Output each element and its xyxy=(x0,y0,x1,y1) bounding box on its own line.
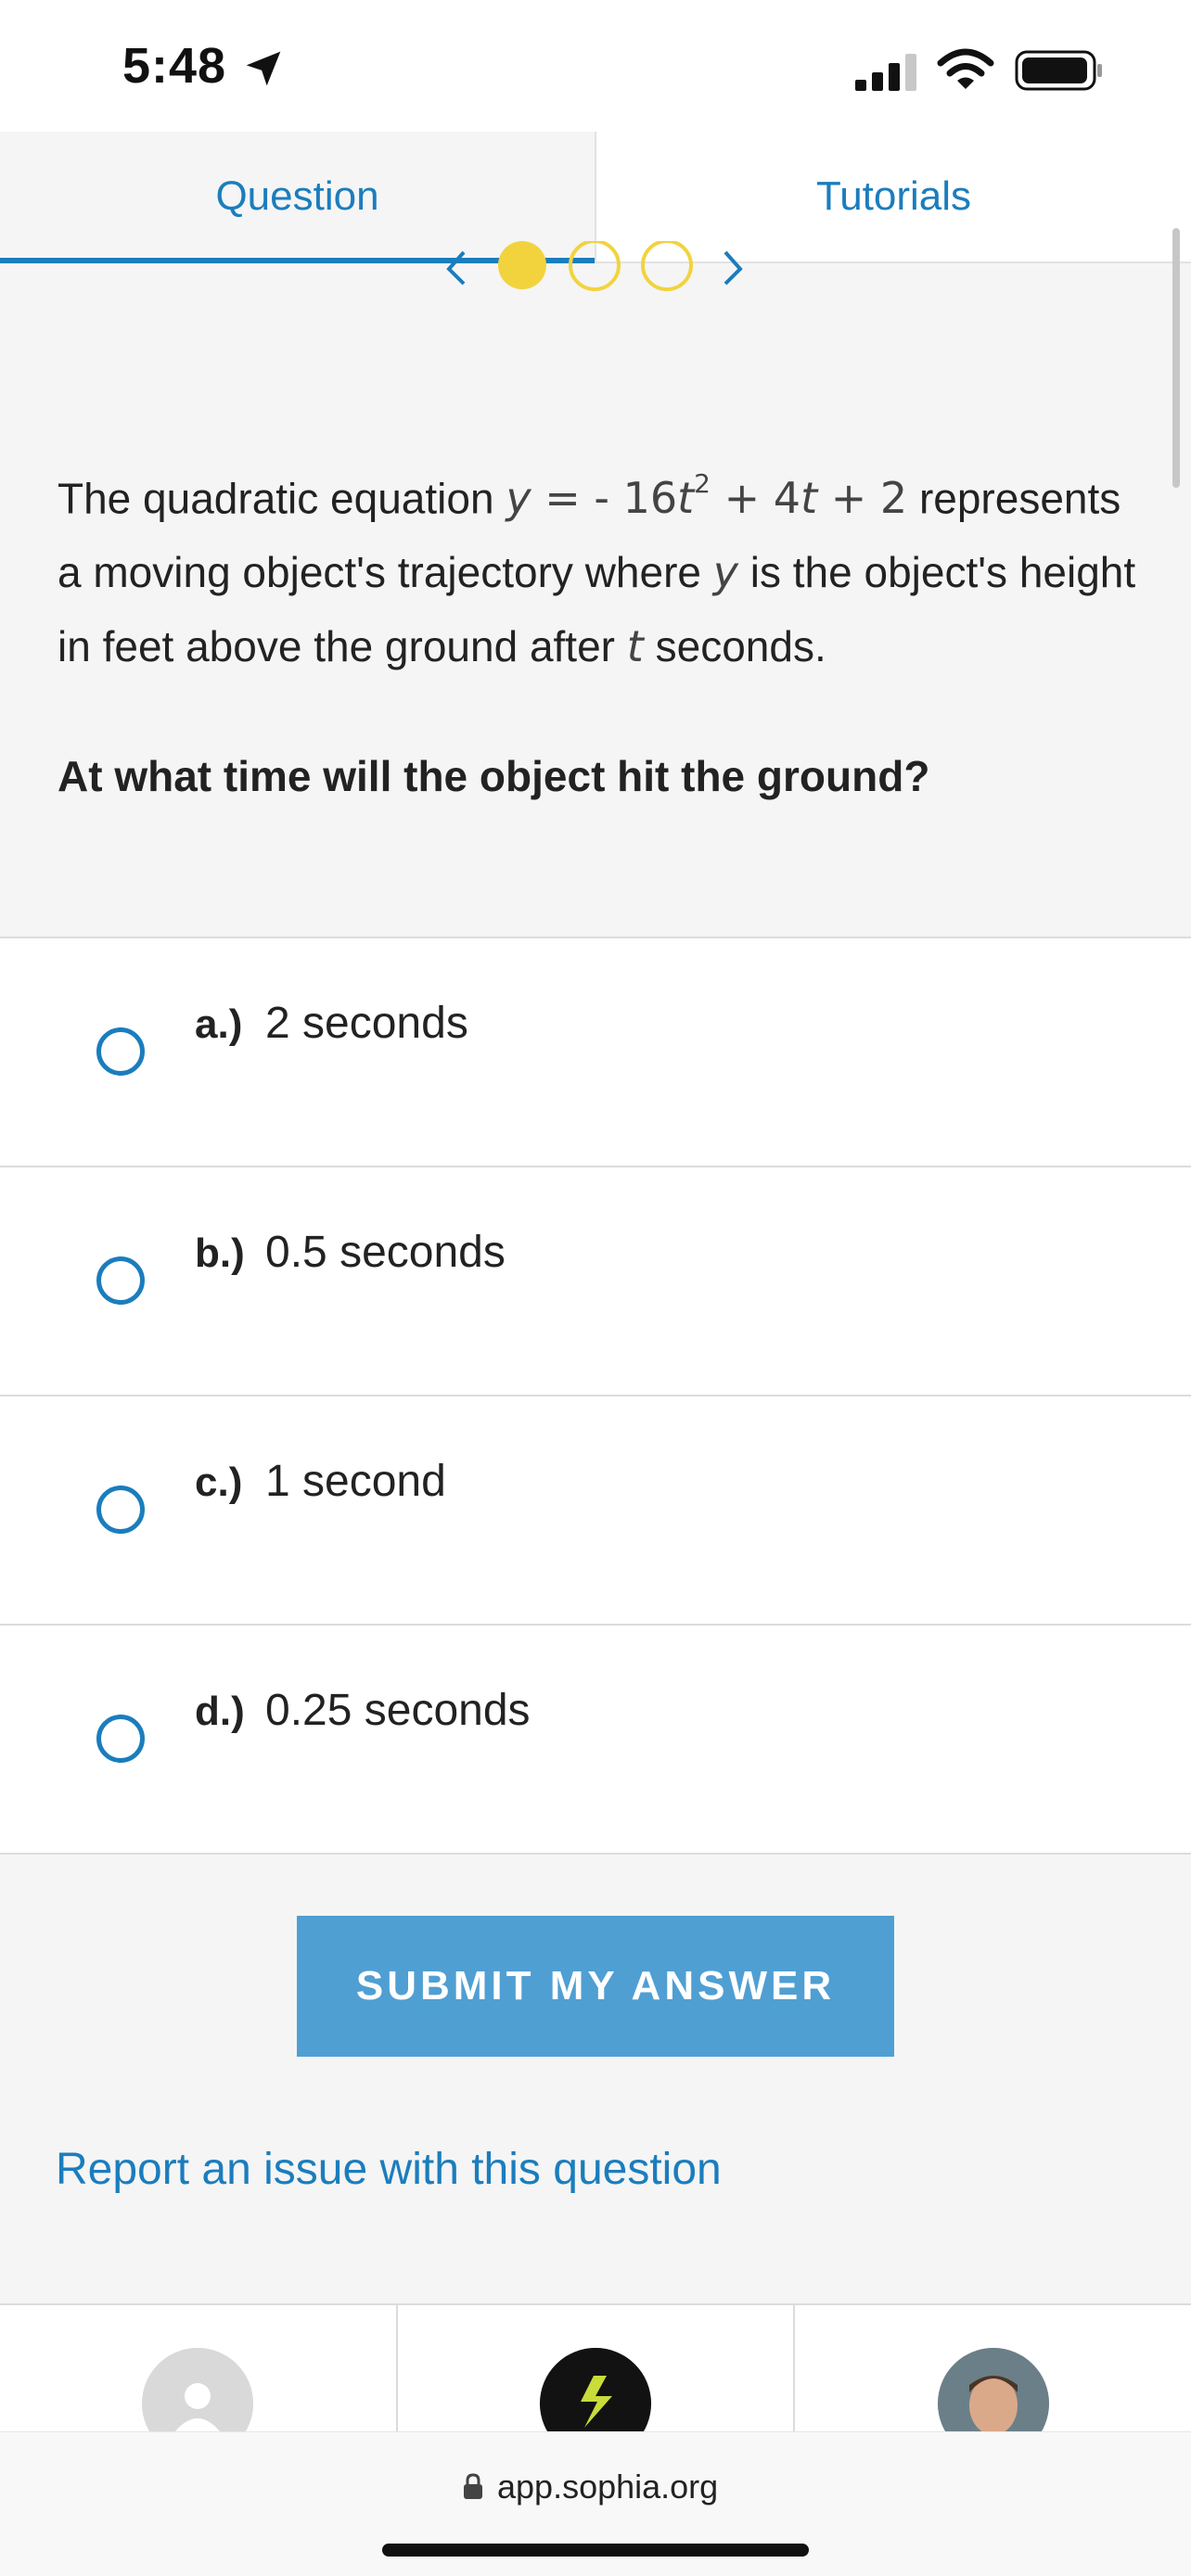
question-var-y: y xyxy=(712,547,738,598)
equation-var-y: y xyxy=(506,473,531,524)
question-text-c: seconds. xyxy=(643,622,826,671)
equation-part-equals: = - 16 xyxy=(531,473,678,524)
profile-placeholder-icon xyxy=(142,2348,254,2433)
equation-exponent: 2 xyxy=(694,468,711,499)
nav-home[interactable] xyxy=(398,2305,796,2433)
option-text: 0.25 seconds xyxy=(265,1686,531,1735)
cellular-signal-icon xyxy=(855,54,916,91)
radio-button-icon[interactable] xyxy=(96,1027,145,1076)
pager-dot-3[interactable] xyxy=(641,241,693,291)
battery-icon xyxy=(1015,50,1102,91)
nav-profile[interactable] xyxy=(0,2305,398,2433)
browser-url-bar[interactable]: app.sophia.org xyxy=(0,2431,1191,2576)
answer-option-b[interactable]: b.) 0.5 seconds xyxy=(0,1167,1191,1396)
answer-options: a.) 2 seconds b.) 0.5 seconds c.) 1 seco… xyxy=(0,937,1191,1855)
answer-option-c[interactable]: c.) 1 second xyxy=(0,1396,1191,1626)
option-letter: a.) xyxy=(195,1001,243,1047)
report-issue-link[interactable]: Report an issue with this question xyxy=(56,2144,722,2195)
status-time: 5:48 xyxy=(122,38,227,94)
pager-dot-2[interactable] xyxy=(569,241,621,291)
equation-var-t: t xyxy=(677,473,695,524)
option-letter: c.) xyxy=(195,1460,243,1505)
equation-part-plus2: + 2 xyxy=(817,473,908,524)
submit-answer-button[interactable]: SUBMIT MY ANSWER xyxy=(297,1916,894,2057)
browser-url[interactable]: app.sophia.org xyxy=(497,2468,718,2506)
option-text: 0.5 seconds xyxy=(265,1228,506,1277)
radio-button-icon[interactable] xyxy=(96,1256,145,1305)
radio-button-icon[interactable] xyxy=(96,1715,145,1763)
question-text: The quadratic equation y = - 16t2 + 4t +… xyxy=(58,453,1143,683)
answer-option-d[interactable]: d.) 0.25 seconds xyxy=(0,1626,1191,1855)
question-intro: The quadratic equation xyxy=(58,474,506,523)
equation-var-t2: t xyxy=(800,473,818,524)
wifi-icon xyxy=(937,48,994,89)
quadratic-equation: y = - 16t2 + 4t + 2 xyxy=(506,468,908,524)
option-text: 2 seconds xyxy=(265,999,468,1048)
page-scrollbar[interactable] xyxy=(1172,228,1180,488)
lock-icon xyxy=(464,2473,482,2499)
chevron-right-icon[interactable] xyxy=(724,250,743,286)
user-avatar xyxy=(937,2348,1049,2433)
sophia-logo-icon xyxy=(540,2348,651,2433)
question-prompt: At what time will the object hit the gro… xyxy=(58,752,930,800)
option-text: 1 second xyxy=(265,1457,446,1506)
status-bar: 5:48 xyxy=(0,0,1191,132)
pager-dot-1[interactable] xyxy=(498,241,546,289)
nav-user[interactable] xyxy=(795,2305,1191,2433)
equation-part-plus4: + 4 xyxy=(711,473,801,524)
home-indicator[interactable] xyxy=(382,2544,809,2557)
radio-button-icon[interactable] xyxy=(96,1486,145,1534)
bottom-nav xyxy=(0,2303,1191,2433)
option-letter: d.) xyxy=(195,1689,245,1734)
option-letter: b.) xyxy=(195,1231,245,1276)
chevron-left-icon[interactable] xyxy=(446,250,466,286)
question-var-t: t xyxy=(626,621,644,672)
answer-option-a[interactable]: a.) 2 seconds xyxy=(0,938,1191,1167)
location-arrow-icon xyxy=(246,51,281,86)
question-pager xyxy=(446,241,743,291)
